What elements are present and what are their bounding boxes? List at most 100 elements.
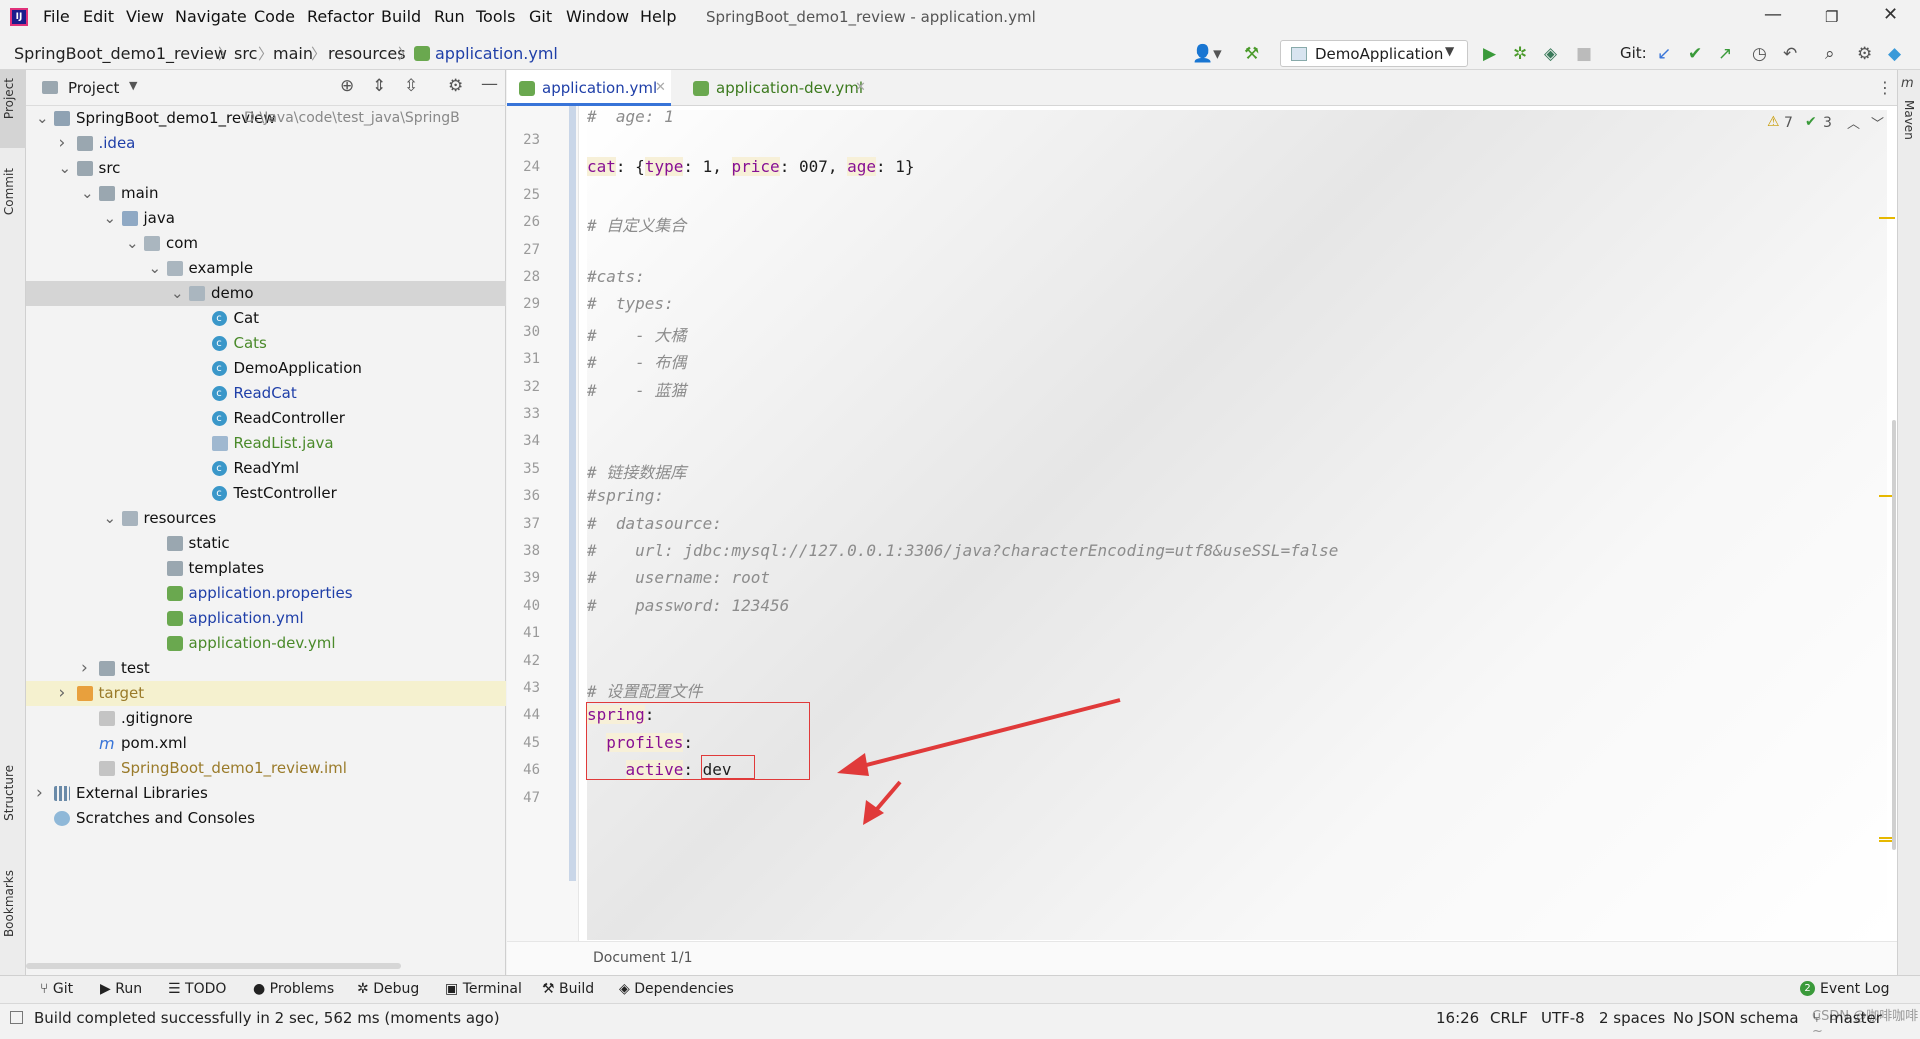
tree-item[interactable]: ReadList.java	[26, 431, 506, 456]
tool-dependencies[interactable]: ◈ Dependencies	[619, 981, 734, 997]
event-log-button[interactable]: Event Log	[1820, 981, 1890, 997]
menu-help[interactable]: Help	[640, 7, 676, 26]
debug-icon[interactable]: ✲	[1513, 44, 1527, 64]
more-options-icon[interactable]: ⋮	[1877, 78, 1893, 97]
menu-view[interactable]: View	[126, 7, 164, 26]
chevron-right-icon[interactable]: ›	[59, 681, 71, 706]
commit-tool-button[interactable]: Commit	[2, 168, 16, 215]
close-tab-icon[interactable]: ✕	[655, 70, 666, 106]
tree-item[interactable]: c ReadYml	[26, 456, 506, 481]
json-schema[interactable]: No JSON schema	[1673, 1009, 1799, 1027]
tree-item[interactable]: templates	[26, 556, 506, 581]
tree-item[interactable]: c DemoApplication	[26, 356, 506, 381]
weak-warning-icon[interactable]: ✔	[1805, 114, 1817, 130]
tree-item[interactable]: › .idea	[26, 131, 506, 156]
chevron-down-icon[interactable]: ⌄	[81, 181, 94, 206]
tool-debug[interactable]: ✲ Debug	[357, 981, 419, 997]
menu-navigate[interactable]: Navigate	[175, 7, 247, 26]
git-branch[interactable]: master	[1829, 1009, 1882, 1027]
tree-item[interactable]: Scratches and Consoles	[26, 806, 506, 831]
warning-icon[interactable]: ⚠	[1767, 114, 1780, 130]
project-view-title[interactable]: Project	[68, 79, 119, 97]
file-encoding[interactable]: UTF-8	[1541, 1009, 1585, 1027]
toggle-tool-windows-icon[interactable]	[10, 1011, 23, 1024]
maven-tool-button[interactable]: Maven	[1902, 100, 1916, 140]
status-message[interactable]: Build completed successfully in 2 sec, 5…	[34, 1009, 500, 1027]
tree-item[interactable]: static	[26, 531, 506, 556]
coverage-icon[interactable]: ◈	[1544, 44, 1557, 64]
tree-item[interactable]: ⌄ com	[26, 231, 506, 256]
settings-gear-icon[interactable]: ⚙	[448, 76, 463, 96]
tree-item[interactable]: c TestController	[26, 481, 506, 506]
tree-item[interactable]: application.properties	[26, 581, 506, 606]
hide-panel-icon[interactable]: —	[481, 74, 498, 94]
breadcrumb-project[interactable]: SpringBoot_demo1_review	[14, 44, 227, 63]
git-update-icon[interactable]: ↙	[1657, 44, 1671, 64]
tool-build[interactable]: ⚒ Build	[542, 981, 594, 997]
stop-icon[interactable]: ■	[1576, 44, 1592, 64]
tree-item[interactable]: ⌄ resources	[26, 506, 506, 531]
tree-item[interactable]: application.yml	[26, 606, 506, 631]
chevron-right-icon[interactable]: ›	[59, 131, 71, 156]
tool-run[interactable]: ▶ Run	[100, 981, 142, 997]
chevron-down-icon[interactable]: ⌄	[126, 231, 139, 256]
run-icon[interactable]: ▶	[1483, 44, 1496, 64]
chevron-down-icon[interactable]: ⌄	[149, 256, 162, 281]
git-push-icon[interactable]: ↗	[1718, 44, 1732, 64]
menu-edit[interactable]: Edit	[83, 7, 114, 26]
chevron-down-icon[interactable]: ⌄	[36, 106, 49, 131]
expand-all-icon[interactable]: ⇕	[372, 76, 386, 96]
tool-problems[interactable]: ● Problems	[253, 981, 334, 997]
tree-item[interactable]: ⌄ example	[26, 256, 506, 281]
tree-item[interactable]: › target	[26, 681, 506, 706]
tree-item[interactable]: ⌄ demo	[26, 281, 506, 306]
minimize-icon[interactable]: —	[1764, 4, 1782, 25]
tree-item[interactable]: ⌄ main	[26, 181, 506, 206]
close-icon[interactable]: ✕	[1883, 4, 1898, 25]
user-icon[interactable]: 👤▾	[1192, 44, 1222, 64]
bookmarks-tool-button[interactable]: Bookmarks	[2, 870, 16, 937]
menu-refactor[interactable]: Refactor	[307, 7, 374, 26]
menu-file[interactable]: File	[43, 7, 70, 26]
tree-item[interactable]: c ReadCat	[26, 381, 506, 406]
git-commit-icon[interactable]: ✔	[1688, 44, 1702, 64]
restore-icon[interactable]: ❐	[1825, 8, 1838, 26]
tab-application-dev-yml[interactable]: application-dev.yml ✕	[673, 70, 869, 106]
caret-position[interactable]: 16:26	[1436, 1009, 1479, 1027]
vertical-scrollbar[interactable]	[1892, 420, 1896, 850]
tree-item[interactable]: .gitignore	[26, 706, 506, 731]
chevron-down-icon[interactable]: ⌄	[104, 206, 117, 231]
document-breadcrumb[interactable]: Document 1/1	[593, 950, 693, 966]
menu-build[interactable]: Build	[381, 7, 421, 26]
tool-git[interactable]: ⑂ Git	[40, 981, 73, 997]
tool-terminal[interactable]: ▣ Terminal	[445, 981, 522, 997]
line-separator[interactable]: CRLF	[1490, 1009, 1528, 1027]
history-icon[interactable]: ◷	[1752, 44, 1767, 64]
tree-item[interactable]: m pom.xml	[26, 731, 506, 756]
indent-setting[interactable]: 2 spaces	[1599, 1009, 1665, 1027]
close-tab-icon[interactable]: ✕	[855, 70, 866, 106]
menu-run[interactable]: Run	[434, 7, 465, 26]
tree-item[interactable]: ⌄ SpringBoot_demo1_review D:\Java\code\tes…	[26, 106, 506, 131]
jetbrains-toolbox-icon[interactable]: ◆	[1888, 44, 1901, 64]
chevron-down-icon[interactable]: ⌄	[104, 506, 117, 531]
chevron-right-icon[interactable]: ›	[81, 656, 93, 681]
chevron-down-icon[interactable]: ▼	[129, 79, 137, 92]
tree-item[interactable]: c Cat	[26, 306, 506, 331]
build-hammer-icon[interactable]: ⚒	[1244, 44, 1259, 64]
horizontal-scrollbar[interactable]	[26, 963, 401, 969]
tree-item[interactable]: › External Libraries	[26, 781, 506, 806]
menu-git[interactable]: Git	[529, 7, 552, 26]
settings-gear-icon[interactable]: ⚙	[1857, 44, 1872, 64]
tree-item[interactable]: › test	[26, 656, 506, 681]
project-tool-button[interactable]: Project	[0, 70, 26, 148]
chevron-down-icon[interactable]: ⌄	[171, 281, 184, 306]
tab-application-yml[interactable]: application.yml ✕	[507, 70, 671, 106]
structure-tool-button[interactable]: Structure	[2, 765, 16, 821]
previous-highlight-icon[interactable]: ︿	[1847, 113, 1860, 132]
tree-item[interactable]: ⌄ src	[26, 156, 506, 181]
breadcrumb-main[interactable]: main	[273, 44, 313, 63]
menu-tools[interactable]: Tools	[476, 7, 515, 26]
search-icon[interactable]: ⌕	[1825, 44, 1835, 64]
collapse-all-icon[interactable]: ⇳	[404, 76, 418, 96]
